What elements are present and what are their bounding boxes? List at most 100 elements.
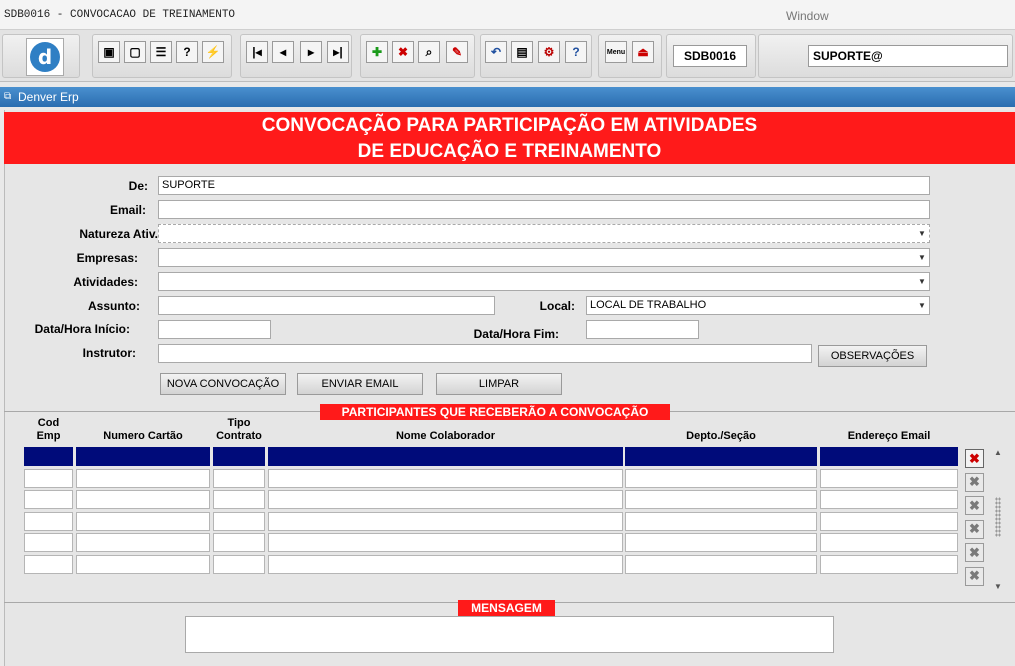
help-icon[interactable]: ? — [565, 41, 587, 63]
tipo-contrato-cell[interactable] — [213, 554, 265, 574]
assunto-label: Assunto: — [88, 299, 140, 313]
cartao-cell[interactable] — [76, 447, 210, 466]
clipboard-icon[interactable]: ▤ — [511, 41, 533, 63]
nome-cell[interactable] — [268, 533, 623, 552]
data-fim-field[interactable] — [586, 320, 699, 339]
execute-query-icon[interactable]: ⚡ — [202, 41, 224, 63]
email-cell[interactable] — [820, 533, 958, 552]
tipo-contrato-cell[interactable] — [213, 533, 265, 552]
cod-emp-cell[interactable] — [24, 511, 73, 531]
save-icon[interactable]: ▣ — [98, 41, 120, 63]
tipo-contrato-cell[interactable] — [213, 447, 265, 466]
first-record-icon[interactable]: |◂ — [246, 41, 268, 63]
delete-row-icon[interactable]: ✖ — [965, 543, 984, 562]
email-field[interactable] — [158, 200, 930, 219]
query-icon[interactable]: ? — [176, 41, 198, 63]
menu-icon[interactable]: Menu — [605, 41, 627, 63]
scroll-down-icon[interactable]: ▼ — [991, 579, 1005, 593]
nome-cell[interactable] — [268, 511, 623, 531]
nome-cell[interactable] — [268, 468, 623, 488]
cartao-cell[interactable] — [76, 511, 210, 531]
cod-emp-cell[interactable] — [24, 533, 73, 552]
clear-icon[interactable]: ✎ — [446, 41, 468, 63]
depto-cell[interactable] — [625, 511, 817, 531]
participants-title: PARTICIPANTES QUE RECEBERÃO A CONVOCAÇÃO — [320, 404, 670, 420]
scroll-grip[interactable] — [995, 497, 1001, 537]
cartao-cell[interactable] — [76, 533, 210, 552]
undo-icon[interactable]: ↶ — [485, 41, 507, 63]
window-menu[interactable]: Window — [786, 9, 829, 23]
email-cell[interactable] — [820, 554, 958, 574]
app-strip: ⧉ Denver Erp — [0, 87, 1015, 107]
exit-icon[interactable]: ⏏ — [632, 41, 654, 63]
data-inicio-label: Data/Hora Início: — [34, 322, 130, 336]
delete-row-icon[interactable]: ✖ — [965, 472, 984, 492]
nome-cell[interactable] — [268, 554, 623, 574]
previous-record-icon[interactable]: ◂ — [272, 41, 294, 63]
tipo-contrato-cell[interactable] — [213, 490, 265, 509]
natureza-select[interactable]: ▼ — [158, 224, 930, 243]
delete-row-icon[interactable]: ✖ — [965, 519, 984, 539]
cartao-cell[interactable] — [76, 468, 210, 488]
depto-cell[interactable] — [625, 468, 817, 488]
depto-cell[interactable] — [625, 533, 817, 552]
de-label: De: — [128, 179, 148, 193]
email-cell[interactable] — [820, 490, 958, 509]
last-record-icon[interactable]: ▸| — [327, 41, 349, 63]
data-inicio-field[interactable] — [158, 320, 271, 339]
next-record-icon[interactable]: ▸ — [300, 41, 322, 63]
add-record-icon[interactable]: ✚ — [366, 41, 388, 63]
natureza-label: Natureza Ativ.: — [79, 227, 162, 241]
nova-convocacao-button[interactable]: NOVA CONVOCAÇÃO — [160, 373, 286, 395]
email-cell[interactable] — [820, 447, 958, 466]
instrutor-field[interactable] — [158, 344, 812, 363]
cartao-cell[interactable] — [76, 554, 210, 574]
cartao-cell[interactable] — [76, 490, 210, 509]
instrutor-label: Instrutor: — [82, 346, 136, 360]
delete-row-icon[interactable]: ✖ — [965, 566, 984, 586]
nome-cell[interactable] — [268, 490, 623, 509]
observacoes-button[interactable]: OBSERVAÇÕES — [818, 345, 927, 367]
cod-emp-cell[interactable] — [24, 554, 73, 574]
tipo-contrato-cell[interactable] — [213, 468, 265, 488]
cod-emp-cell[interactable] — [24, 468, 73, 488]
atividades-label: Atividades: — [73, 275, 138, 289]
cod-emp-cell[interactable] — [24, 490, 73, 509]
print-icon[interactable]: ☰ — [150, 41, 172, 63]
local-dropdown-icon[interactable]: ▼ — [915, 297, 929, 314]
atividades-select[interactable]: ▼ — [158, 272, 930, 291]
depto-cell[interactable] — [625, 447, 817, 466]
natureza-dropdown-icon[interactable]: ▼ — [915, 225, 929, 242]
local-label: Local: — [539, 299, 575, 313]
denver-logo: d — [26, 38, 64, 76]
local-select[interactable]: LOCAL DE TRABALHO ▼ — [586, 296, 930, 315]
delete-row-icon[interactable]: ✖ — [965, 496, 984, 515]
limpar-button[interactable]: LIMPAR — [436, 373, 562, 395]
tools-icon[interactable]: ⚙ — [538, 41, 560, 63]
enviar-email-button[interactable]: ENVIAR EMAIL — [297, 373, 423, 395]
page-title-line-2: DE EDUCAÇÃO E TREINAMENTO — [357, 141, 662, 162]
screen-icon[interactable]: ▢ — [124, 41, 146, 63]
grid-scrollbar[interactable]: ▲ ▼ — [991, 445, 1005, 593]
atividades-dropdown-icon[interactable]: ▼ — [915, 273, 929, 290]
user-box: SUPORTE@ — [808, 45, 1008, 67]
nome-cell[interactable] — [268, 447, 623, 466]
email-cell[interactable] — [820, 511, 958, 531]
email-cell[interactable] — [820, 468, 958, 488]
tipo-contrato-cell[interactable] — [213, 511, 265, 531]
find-icon[interactable]: ⌕ — [418, 41, 440, 63]
depto-cell[interactable] — [625, 554, 817, 574]
col-header-email: Endereço Email — [847, 430, 931, 442]
email-label: Email: — [109, 203, 146, 217]
delete-row-icon[interactable]: ✖ — [965, 449, 984, 468]
cod-emp-cell[interactable] — [24, 447, 73, 466]
scroll-up-icon[interactable]: ▲ — [991, 445, 1005, 459]
assunto-field[interactable] — [158, 296, 495, 315]
app-name: Denver Erp — [18, 90, 79, 104]
empresas-select[interactable]: ▼ — [158, 248, 930, 267]
delete-record-icon[interactable]: ✖ — [392, 41, 414, 63]
message-box — [185, 616, 834, 653]
empresas-dropdown-icon[interactable]: ▼ — [915, 249, 929, 266]
depto-cell[interactable] — [625, 490, 817, 509]
de-field[interactable]: SUPORTE — [158, 176, 930, 195]
